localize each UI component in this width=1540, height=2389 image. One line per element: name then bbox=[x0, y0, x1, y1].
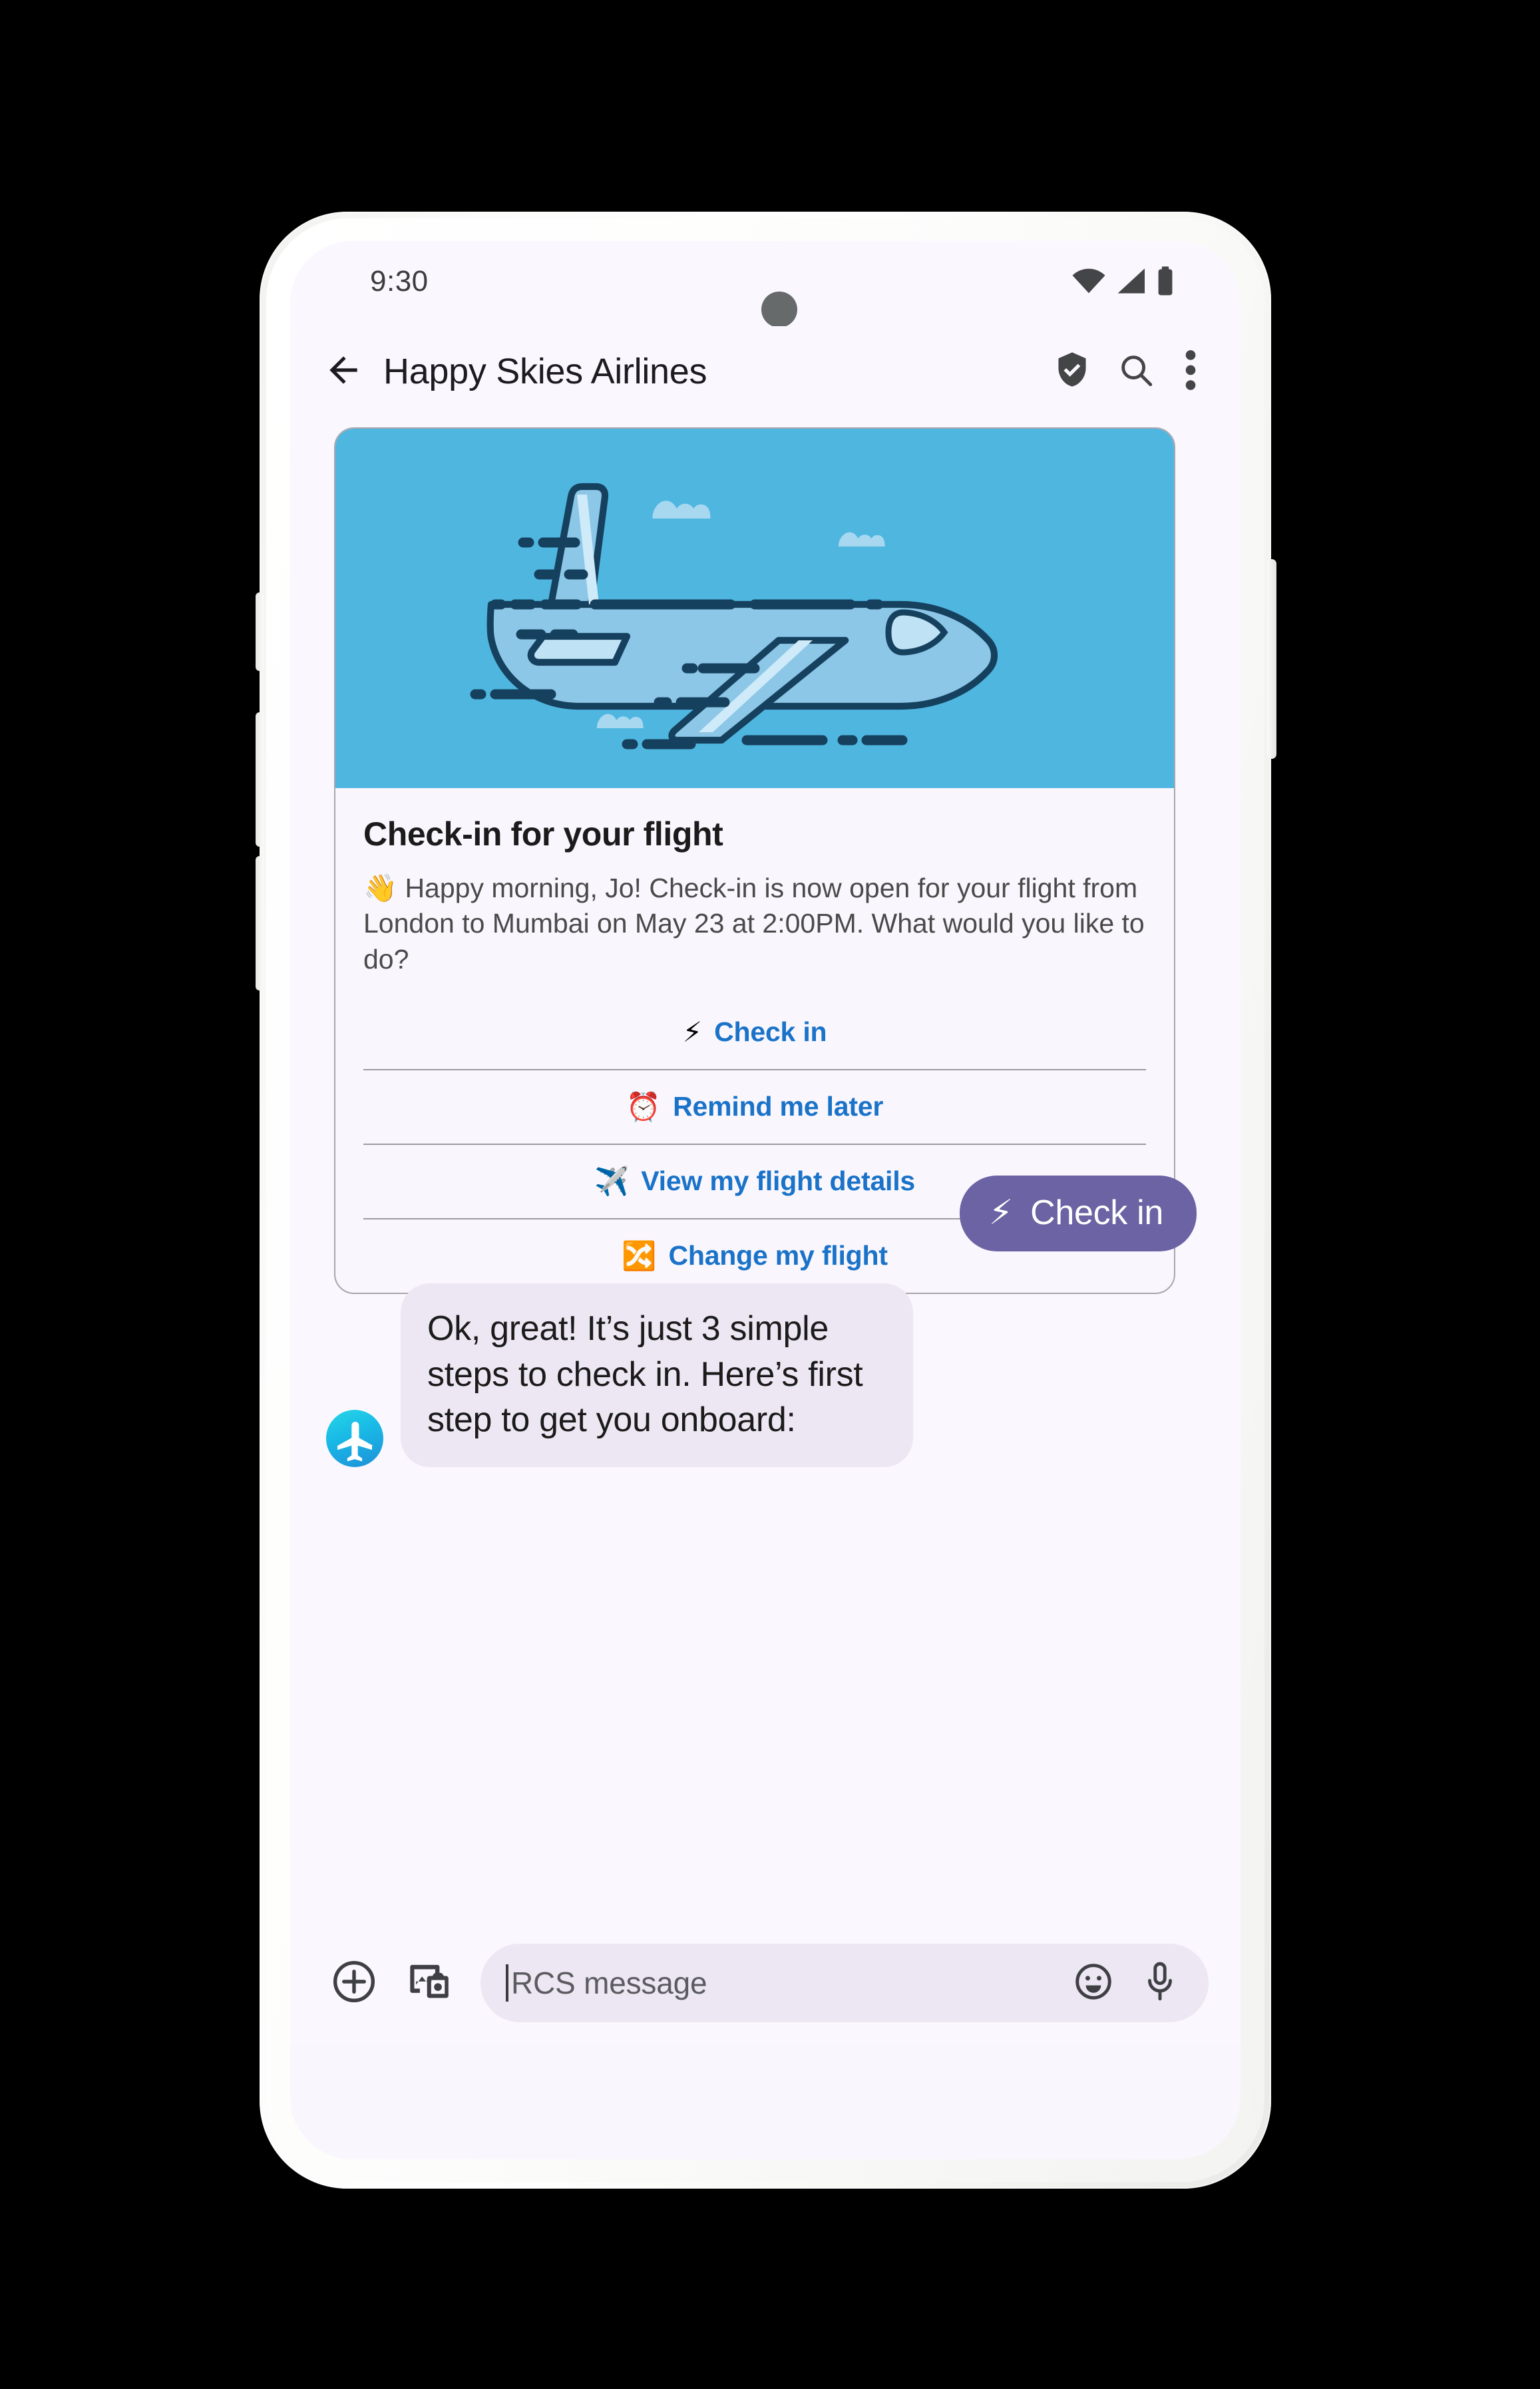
verified-badge-button[interactable] bbox=[1044, 343, 1101, 400]
microphone-icon bbox=[1142, 1961, 1178, 2006]
card-action-label: View my flight details bbox=[641, 1166, 916, 1197]
airplane-icon: ✈️ bbox=[594, 1164, 630, 1197]
lightning-bolt-icon: ⚡ bbox=[988, 1193, 1014, 1233]
power-button[interactable] bbox=[1267, 559, 1276, 759]
wifi-icon bbox=[1071, 268, 1106, 294]
status-bar-clock: 9:30 bbox=[370, 265, 429, 298]
add-attachment-button[interactable] bbox=[322, 1951, 386, 2015]
search-icon bbox=[1117, 351, 1155, 393]
airplane-illustration bbox=[470, 483, 998, 750]
cellular-signal-icon bbox=[1116, 268, 1147, 294]
emoji-button[interactable] bbox=[1067, 1957, 1119, 2009]
card-action-label: Change my flight bbox=[668, 1240, 888, 1271]
status-bar-icons bbox=[1071, 266, 1174, 296]
plus-circle-icon bbox=[331, 1959, 377, 2008]
message-input-placeholder: RCS message bbox=[511, 1966, 707, 2000]
verified-shield-icon bbox=[1053, 351, 1091, 393]
card-action-remind-me-later[interactable]: ⏰ Remind me later bbox=[363, 1068, 1146, 1144]
message-input-field[interactable]: RCS message bbox=[481, 1944, 1209, 2022]
outgoing-message-bubble[interactable]: ⚡ Check in bbox=[959, 1176, 1197, 1251]
conversation-thread[interactable]: Check-in for your flight 👋 Happy morning… bbox=[290, 417, 1241, 2020]
rich-card[interactable]: Check-in for your flight 👋 Happy morning… bbox=[334, 427, 1175, 1294]
airplane-avatar-icon bbox=[337, 1421, 373, 1461]
phone-screen: 9:30 Happy Skies Airlines Check-in for y… bbox=[290, 241, 1241, 2159]
rich-card-hero-image bbox=[335, 429, 1174, 788]
voice-message-button[interactable] bbox=[1134, 1957, 1186, 2009]
text-cursor bbox=[506, 1964, 508, 2002]
back-arrow-icon bbox=[323, 349, 364, 394]
alarm-clock-icon: ⏰ bbox=[626, 1090, 662, 1123]
battery-icon bbox=[1157, 266, 1174, 296]
card-action-label: Check in bbox=[714, 1016, 827, 1048]
emoji-smiley-icon bbox=[1073, 1961, 1114, 2006]
message-composer: RCS message bbox=[290, 1921, 1241, 2045]
more-vertical-icon bbox=[1183, 349, 1198, 394]
volume-up-button[interactable] bbox=[256, 712, 264, 847]
overflow-menu-button[interactable] bbox=[1170, 343, 1211, 400]
left-button-top[interactable] bbox=[256, 592, 264, 671]
image-camera-icon bbox=[404, 1958, 451, 2008]
message-row-incoming: Ok, great! It’s just 3 simple steps to c… bbox=[326, 1283, 913, 1467]
phone-device-frame: 9:30 Happy Skies Airlines Check-in for y… bbox=[256, 212, 1276, 2189]
back-button[interactable] bbox=[313, 341, 374, 402]
front-camera-punch-hole bbox=[761, 292, 797, 327]
app-bar: Happy Skies Airlines bbox=[290, 326, 1241, 417]
card-action-check-in[interactable]: ⚡ Check in bbox=[363, 996, 1146, 1069]
outgoing-message-text: Check in bbox=[1030, 1194, 1163, 1232]
rich-card-title: Check-in for your flight bbox=[363, 815, 723, 853]
rich-card-description: 👋 Happy morning, Jo! Check-in is now ope… bbox=[363, 873, 1145, 975]
lightning-bolt-icon: ⚡ bbox=[682, 1015, 703, 1048]
gallery-camera-button[interactable] bbox=[395, 1951, 459, 2015]
avatar bbox=[326, 1409, 383, 1467]
status-bar: 9:30 bbox=[290, 241, 1241, 327]
incoming-message-bubble[interactable]: Ok, great! It’s just 3 simple steps to c… bbox=[401, 1283, 913, 1467]
card-action-label: Remind me later bbox=[673, 1091, 884, 1122]
volume-down-button[interactable] bbox=[256, 856, 264, 990]
shuffle-icon: 🔀 bbox=[622, 1239, 657, 1272]
search-button[interactable] bbox=[1107, 343, 1165, 400]
page-title: Happy Skies Airlines bbox=[383, 351, 707, 391]
message-row-outgoing: ⚡ Check in bbox=[959, 1176, 1197, 1251]
